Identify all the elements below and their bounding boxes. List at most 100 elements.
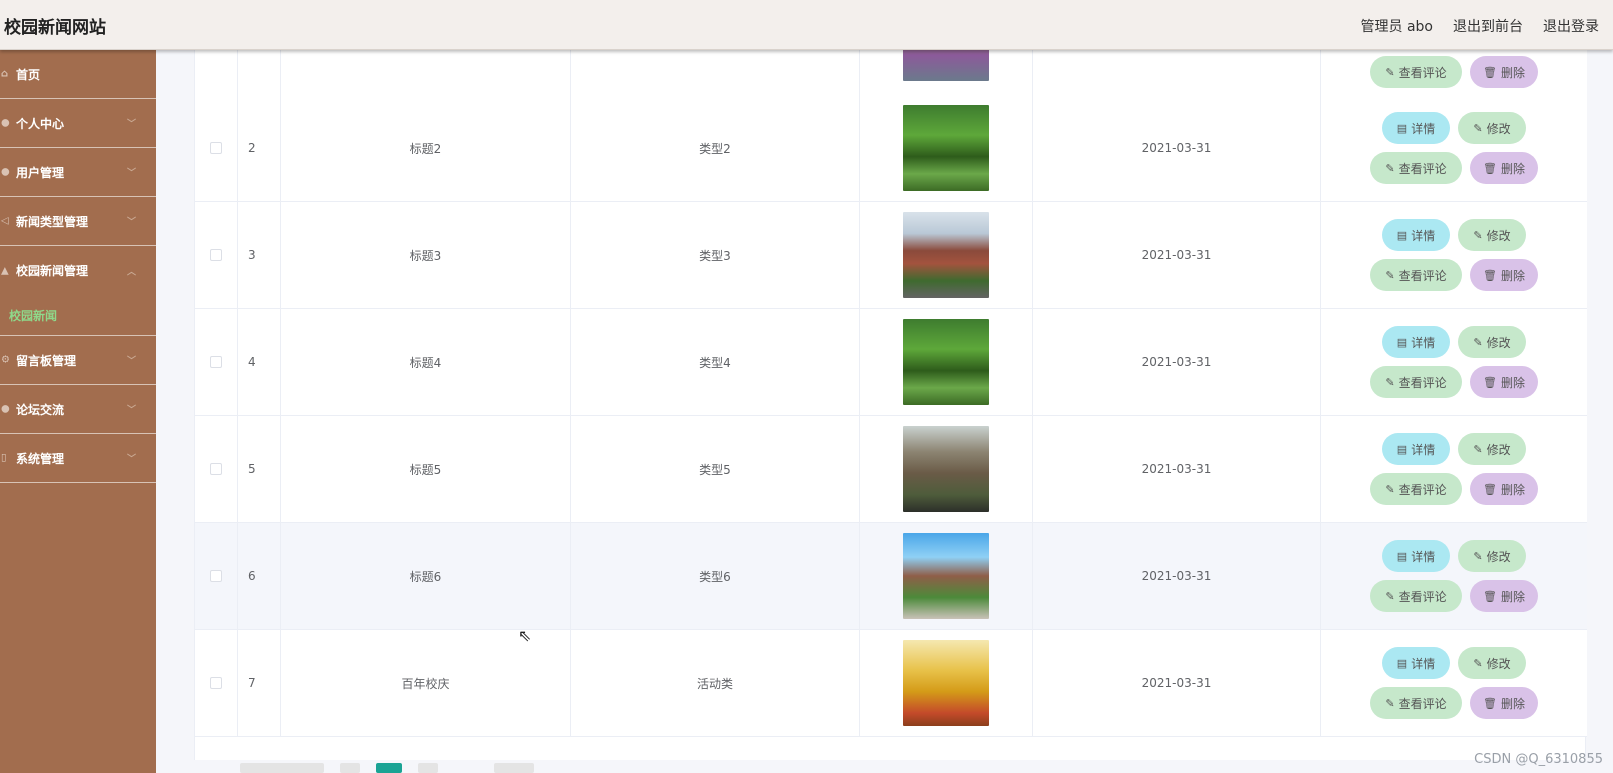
detail-button[interactable]: ▤ 详情 <box>1382 326 1450 358</box>
view-comments-button[interactable]: ✎ 查看评论 <box>1370 56 1462 88</box>
row-checkbox[interactable] <box>210 142 222 154</box>
edit-icon: ✎ <box>1473 336 1483 349</box>
sidebar-item-label: 校园新闻管理 <box>16 264 89 278</box>
view-comments-button[interactable]: ✎ 查看评论 <box>1370 366 1462 398</box>
trash-icon: 🗑 <box>1483 376 1497 389</box>
edit-icon: ✎ <box>1473 443 1483 456</box>
edit-icon: ✎ <box>1473 122 1483 135</box>
row-index: 5 <box>238 416 281 522</box>
row-checkbox[interactable] <box>210 570 222 582</box>
view-comments-button[interactable]: ✎ 查看评论 <box>1370 473 1462 505</box>
delete-button[interactable]: 🗑 删除 <box>1470 580 1538 612</box>
chevron-down-icon: ﹀ <box>126 119 136 130</box>
edit-icon: ✎ <box>1385 66 1395 79</box>
sidebar-item-message-board[interactable]: ⚙ 留言板管理 ﹀ <box>0 336 156 385</box>
edit-button[interactable]: ✎ 修改 <box>1458 540 1526 572</box>
view-comments-button[interactable]: ✎ 查看评论 <box>1370 259 1462 291</box>
edit-button[interactable]: ✎ 修改 <box>1458 433 1526 465</box>
news-type: 类型6 <box>571 523 860 629</box>
row-checkbox[interactable] <box>210 356 222 368</box>
user-icon: ● <box>1 117 10 129</box>
sidebar-item-campus-news[interactable]: ▲ 校园新闻管理 ︿ <box>0 246 156 295</box>
trash-icon: 🗑 <box>1483 66 1497 79</box>
chevron-down-icon: ﹀ <box>126 217 136 228</box>
delete-button[interactable]: 🗑 删除 <box>1470 687 1538 719</box>
edit-icon: ✎ <box>1385 162 1395 175</box>
exit-to-front-link[interactable]: 退出到前台 <box>1453 16 1523 36</box>
news-type: 类型4 <box>571 309 860 415</box>
delete-button[interactable]: 🗑 删除 <box>1470 259 1538 291</box>
watermark: CSDN @Q_6310855 <box>1474 752 1603 767</box>
document-icon: ▤ <box>1396 122 1408 135</box>
home-icon: ⌂ <box>1 68 9 80</box>
edit-icon: ✎ <box>1385 590 1395 603</box>
view-comments-button[interactable]: ✎ 查看评论 <box>1370 580 1462 612</box>
document-icon: ▤ <box>1396 229 1408 242</box>
sidebar-item-news-types[interactable]: ◁ 新闻类型管理 ﹀ <box>0 197 156 246</box>
table-row: 5 标题5 类型5 2021-03-31 ▤ 详情 ✎ 修改 ✎ 查看评论 🗑 删除 <box>195 416 1587 523</box>
edit-button[interactable]: ✎ 修改 <box>1458 112 1526 144</box>
document-icon: ▤ <box>1396 336 1408 349</box>
edit-button[interactable]: ✎ 修改 <box>1458 219 1526 251</box>
sidebar-menu: ⌂ 首页 ● 个人中心 ﹀ ● 用户管理 ﹀ ◁ 新闻类型管理 ﹀ ▲ 校园新闻… <box>0 50 156 773</box>
table-row: 2 标题2 类型2 2021-03-31 ▤ 详情 ✎ 修改 ✎ 查看评论 🗑 删除 <box>195 95 1587 202</box>
document-icon: ▤ <box>1396 657 1408 670</box>
news-table: ✎ 查看评论 🗑 删除 2 标题2 类型2 2021-03-31 ▤ 详情 ✎ 修改 ✎… <box>194 0 1587 760</box>
news-date: 2021-03-31 <box>1033 202 1321 308</box>
site-title: 校园新闻网站 <box>4 18 106 38</box>
trash-icon: 🗑 <box>1483 269 1497 282</box>
row-index: 4 <box>238 309 281 415</box>
chevron-up-icon: ︿ <box>126 267 136 277</box>
chevron-down-icon: ﹀ <box>126 168 136 179</box>
detail-button[interactable]: ▤ 详情 <box>1382 433 1450 465</box>
row-index: 6 <box>238 523 281 629</box>
table-row: 4 标题4 类型4 2021-03-31 ▤ 详情 ✎ 修改 ✎ 查看评论 🗑 删除 <box>195 309 1587 416</box>
view-comments-button[interactable]: ✎ 查看评论 <box>1370 687 1462 719</box>
row-checkbox[interactable] <box>210 249 222 261</box>
delete-button[interactable]: 🗑 删除 <box>1470 56 1538 88</box>
news-thumbnail <box>903 426 989 512</box>
news-title: 标题3 <box>281 202 571 308</box>
sidebar-item-forum[interactable]: ● 论坛交流 ﹀ <box>0 385 156 434</box>
view-comments-button[interactable]: ✎ 查看评论 <box>1370 152 1462 184</box>
detail-button[interactable]: ▤ 详情 <box>1382 219 1450 251</box>
detail-button[interactable]: ▤ 详情 <box>1382 112 1450 144</box>
sidebar-item-label: 用户管理 <box>16 165 65 180</box>
table-row: 7 百年校庆 活动类 2021-03-31 ▤ 详情 ✎ 修改 ✎ 查看评论 🗑 删除 <box>195 630 1587 737</box>
detail-button[interactable]: ▤ 详情 <box>1382 540 1450 572</box>
gear-icon: ⚙ <box>1 354 10 366</box>
sidebar-item-label: 首页 <box>16 67 41 82</box>
delete-button[interactable]: 🗑 删除 <box>1470 473 1538 505</box>
delete-button[interactable]: 🗑 删除 <box>1470 366 1538 398</box>
trash-icon: 🗑 <box>1483 162 1497 175</box>
delete-button[interactable]: 🗑 删除 <box>1470 152 1538 184</box>
sidebar-item-profile[interactable]: ● 个人中心 ﹀ <box>0 99 156 148</box>
news-date: 2021-03-31 <box>1033 95 1321 201</box>
pagination <box>240 763 534 773</box>
row-checkbox[interactable] <box>210 677 222 689</box>
chevron-down-icon: ﹀ <box>126 356 136 367</box>
news-title: 标题6 <box>281 523 571 629</box>
settings-icon: ▯ <box>1 452 7 464</box>
edit-button[interactable]: ✎ 修改 <box>1458 647 1526 679</box>
row-checkbox[interactable] <box>210 463 222 475</box>
detail-button[interactable]: ▤ 详情 <box>1382 647 1450 679</box>
sidebar-item-system[interactable]: ▯ 系统管理 ﹀ <box>0 434 156 483</box>
logout-link[interactable]: 退出登录 <box>1543 16 1599 36</box>
edit-button[interactable]: ✎ 修改 <box>1458 326 1526 358</box>
chevron-down-icon: ﹀ <box>126 454 136 465</box>
chevron-down-icon: ﹀ <box>126 405 136 416</box>
edit-icon: ✎ <box>1473 657 1483 670</box>
mouse-cursor-icon: ⇖ <box>518 626 532 645</box>
trash-icon: 🗑 <box>1483 483 1497 496</box>
users-icon: ● <box>1 166 10 178</box>
page-current[interactable] <box>376 763 402 773</box>
news-thumbnail <box>903 319 989 405</box>
sidebar-item-label: 系统管理 <box>16 451 65 466</box>
sidebar-item-home[interactable]: ⌂ 首页 <box>0 50 156 99</box>
edit-icon: ✎ <box>1473 229 1483 242</box>
sidebar-item-users[interactable]: ● 用户管理 ﹀ <box>0 148 156 197</box>
sidebar-subitem-campus-news[interactable]: 校园新闻 <box>0 295 156 336</box>
news-date: 2021-03-31 <box>1033 630 1321 736</box>
document-icon: ▤ <box>1396 550 1408 563</box>
